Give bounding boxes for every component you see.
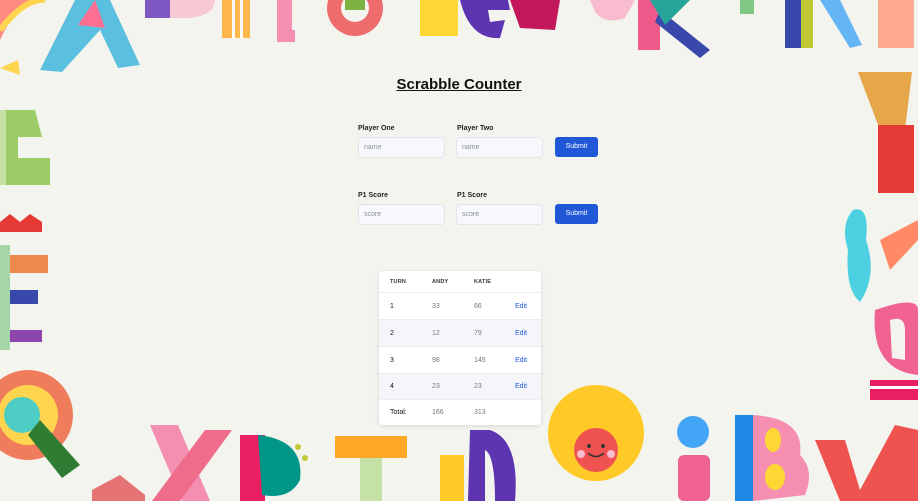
player-one-total: 166 [432,409,444,416]
table-row: 3 98 145 Edit [379,347,541,373]
p2-score-label: P1 Score [457,192,487,199]
player-one-score-cell: 23 [432,383,440,390]
table-row: 1 33 66 Edit [379,293,541,319]
player-one-label: Player One [358,125,395,132]
table-header-row: TURN ANDY KATIE [379,271,541,292]
player-two-score-cell: 145 [474,356,486,364]
turn-cell: 1 [390,302,394,310]
score-table: TURN ANDY KATIE 1 33 66 Edit 2 12 79 Edi… [379,271,541,425]
edit-link[interactable]: Edit [515,374,527,399]
player-one-score-cell: 98 [432,356,440,364]
player-two-label: Player Two [457,125,494,132]
player-two-total: 313 [474,409,486,416]
table-row: 2 12 79 Edit [379,320,541,346]
total-row: Total: 166 313 [379,400,541,425]
submit-players-button[interactable]: Submit [555,137,598,157]
turn-cell: 4 [390,383,394,390]
turn-cell: 3 [390,356,394,364]
player-one-score-cell: 12 [432,329,440,337]
submit-scores-button[interactable]: Submit [555,204,598,224]
p1-score-input[interactable] [358,204,445,225]
page-title: Scrabble Counter [396,76,522,93]
header-turn: TURN [390,278,407,285]
player-two-name-input[interactable] [456,137,543,158]
p1-score-label: P1 Score [358,192,388,199]
player-one-name-input[interactable] [358,137,445,158]
edit-link[interactable]: Edit [515,320,527,346]
p2-score-input[interactable] [456,204,543,225]
edit-link[interactable]: Edit [515,293,527,319]
header-player-one: ANDY [432,278,449,285]
header-player-two: KATIE [474,278,492,285]
total-label: Total: [390,409,407,416]
player-one-score-cell: 33 [432,302,440,310]
edit-link[interactable]: Edit [515,347,527,373]
table-row: 4 23 23 Edit [379,374,541,399]
turn-cell: 2 [390,329,394,337]
player-two-score-cell: 66 [474,302,482,310]
player-two-score-cell: 79 [474,329,482,337]
player-two-score-cell: 23 [474,383,482,390]
